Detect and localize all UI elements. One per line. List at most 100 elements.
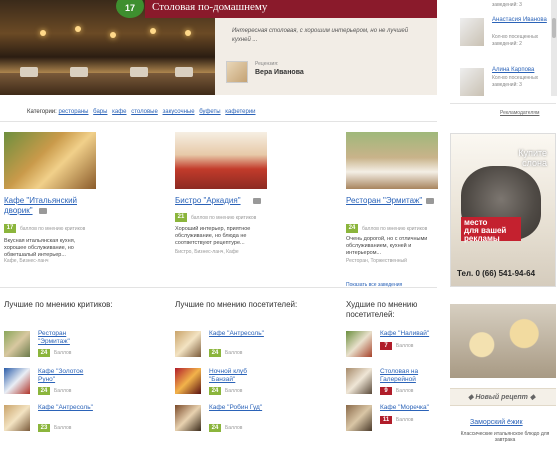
list-item-photo[interactable] xyxy=(175,368,201,394)
list-item-name[interactable]: Кафе "Антресоль" xyxy=(38,404,98,412)
list-item-score: 24 xyxy=(38,387,50,395)
featured-description: Вкусная итальянская кухня, хорошее обслу… xyxy=(4,238,76,258)
avatar[interactable] xyxy=(460,68,484,96)
rating-label: баллов по мнению критиков xyxy=(362,226,428,232)
divider xyxy=(0,121,437,122)
list-heading: Лучшие по мнению посетителей: xyxy=(175,300,298,309)
category-link[interactable]: кафе xyxy=(112,109,126,115)
rating-score: 21 xyxy=(175,213,187,222)
comment-icon[interactable] xyxy=(426,198,434,204)
list-item-score-label: Баллов xyxy=(225,425,243,431)
list-item-score-label: Баллов xyxy=(225,350,243,356)
list-item-photo[interactable] xyxy=(175,331,201,357)
list-item-photo[interactable] xyxy=(175,405,201,431)
list-item-score-label: Баллов xyxy=(54,350,72,356)
ad-box-line: рекламы xyxy=(464,234,500,243)
recipe-description: Классические итальянское блюдо для завтр… xyxy=(460,431,550,443)
scrollbar[interactable] xyxy=(551,0,557,96)
list-item-photo[interactable] xyxy=(4,368,30,394)
category-link[interactable]: кафетерии xyxy=(225,109,255,115)
list-item-photo[interactable] xyxy=(346,405,372,431)
recipe-label-text: Новый рецепт xyxy=(475,394,528,401)
reviewer-label: Рецензия: xyxy=(255,61,279,67)
comment-icon[interactable] xyxy=(253,198,261,204)
category-link[interactable]: рестораны xyxy=(59,109,89,115)
avatar[interactable] xyxy=(460,18,484,46)
featured-tags: Кафе, Бизнес-ланч xyxy=(4,258,49,264)
advertisers-link[interactable]: Рекламодателям xyxy=(500,110,539,116)
divider xyxy=(450,103,556,104)
ad-headline-line: Купите xyxy=(518,148,547,158)
list-item-photo[interactable] xyxy=(346,368,372,394)
featured-tags: Ресторан, Торжественный xyxy=(346,258,407,264)
list-item-photo[interactable] xyxy=(346,331,372,357)
list-item-score-label: Баллов xyxy=(396,417,414,423)
list-item-name[interactable]: Ресторан "Эрмитаж" xyxy=(38,330,98,346)
featured-photo[interactable] xyxy=(4,132,96,189)
list-item-name[interactable]: Кафе "Антресоль" xyxy=(209,330,269,338)
ad-banner[interactable]: Купите слона место для вашей рекламы Тел… xyxy=(450,133,556,287)
categories-bar: Категории: рестораны бары кафе столовые … xyxy=(27,109,259,115)
ad-placement-box: место для вашей рекламы xyxy=(461,217,521,243)
rating-score: 17 xyxy=(4,224,16,233)
user-list-item[interactable]: Алина Карпова Кол-во посещенных заведени… xyxy=(457,66,557,106)
list-item-name[interactable]: Кафе "Моречка" xyxy=(380,404,440,412)
user-name[interactable]: Алина Карпова xyxy=(492,66,534,74)
list-item-name[interactable]: Столовая на Галерейной xyxy=(380,368,440,384)
user-meta: заведений: 3 xyxy=(492,2,522,8)
list-item-score-label: Баллов xyxy=(54,425,72,431)
rating-label: баллов по мнению критиков xyxy=(20,226,86,232)
featured-photo[interactable] xyxy=(175,132,267,189)
featured-description: Хороший интерьер, приятное обслуживание,… xyxy=(175,226,251,246)
recipe-photo[interactable] xyxy=(450,304,556,378)
hero-description: Интересная столовая, с хорошим интерьеро… xyxy=(232,28,409,43)
featured-tags: Бистро, Бизнес-ланч, Кафе xyxy=(175,249,239,255)
list-item-name[interactable]: Ночной клуб "Банзай" xyxy=(209,368,269,384)
list-item-score: 23 xyxy=(38,424,50,432)
user-list-item[interactable]: Анастасия Иванова Кол-во посещенных заве… xyxy=(457,16,557,56)
ad-headline-line: слона xyxy=(522,158,547,168)
list-item-score: 11 xyxy=(380,416,392,424)
ad-phone: Тел. 0 (66) 541-94-64 xyxy=(457,269,536,278)
recipe-label: ◆ Новый рецепт ◆ xyxy=(468,394,536,401)
list-item-name[interactable]: Кафе "Робин Гуд" xyxy=(209,404,269,412)
scrollbar-thumb[interactable] xyxy=(552,18,556,38)
category-link[interactable]: закусочные xyxy=(163,109,195,115)
user-name[interactable]: Анастасия Иванова xyxy=(492,16,547,24)
divider xyxy=(0,287,437,288)
list-heading: Лучшие по мнению критиков: xyxy=(4,300,113,309)
rating-label: баллов по мнению критиков xyxy=(191,215,257,221)
list-item-score-label: Баллов xyxy=(54,388,72,394)
list-item-score: 24 xyxy=(209,349,221,357)
category-link[interactable]: бары xyxy=(93,109,107,115)
featured-photo[interactable] xyxy=(346,132,438,189)
featured-title[interactable]: Ресторан "Эрмитаж" xyxy=(346,196,438,206)
ad-headline: Купите слона xyxy=(518,148,547,168)
list-item-name[interactable]: Кафе "Наливай" xyxy=(380,330,440,338)
list-item-photo[interactable] xyxy=(4,405,30,431)
list-item-name[interactable]: Кафе "Золотое Руно" xyxy=(38,368,98,384)
reviewer-name[interactable]: Вера Иванова xyxy=(255,69,304,76)
user-meta: Кол-во посещенных xyxy=(492,34,539,40)
recipe-name[interactable]: Заморский ёжик xyxy=(470,419,523,426)
list-item-score: 24 xyxy=(209,387,221,395)
list-item-photo[interactable] xyxy=(4,331,30,357)
list-heading: Худшие по мнению посетителей: xyxy=(346,300,418,319)
hero-banner: 17 Столовая по-домашнему Интересная стол… xyxy=(0,0,437,95)
hero-title[interactable]: Столовая по-домашнему xyxy=(152,1,267,13)
category-link[interactable]: столовые xyxy=(131,109,158,115)
featured-title[interactable]: Кафе "Итальянский дворик" xyxy=(4,196,94,216)
list-item-score: 24 xyxy=(38,349,50,357)
category-link[interactable]: буфеты xyxy=(199,109,220,115)
featured-title[interactable]: Бистро "Аркадия" xyxy=(175,196,265,206)
reviewer-avatar[interactable] xyxy=(226,61,248,83)
user-meta: заведений: 3 xyxy=(492,82,522,88)
list-item-score: 7 xyxy=(380,342,392,350)
user-meta: Кол-во посещенных xyxy=(492,75,539,81)
comment-icon[interactable] xyxy=(39,208,47,214)
list-item-score: 9 xyxy=(380,387,392,395)
rating-score: 24 xyxy=(346,224,358,233)
list-item-score-label: Баллов xyxy=(396,388,414,394)
list-item-score: 24 xyxy=(209,424,221,432)
categories-label: Категории: xyxy=(27,109,57,115)
